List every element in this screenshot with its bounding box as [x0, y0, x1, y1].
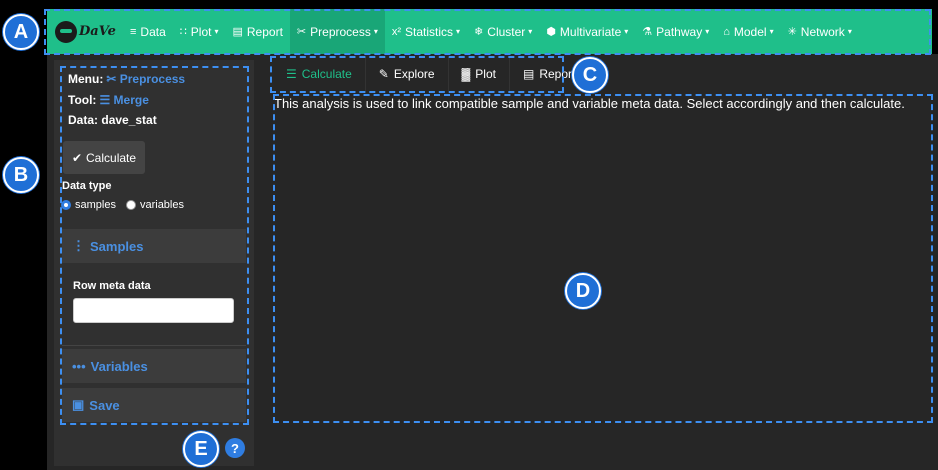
- nav-item-label: Report: [246, 24, 283, 39]
- row-meta-label: Row meta data: [73, 280, 151, 292]
- floppy-icon: ▣: [72, 397, 85, 412]
- nav-item-label: Model: [733, 24, 767, 39]
- nav-item-preprocess[interactable]: ✂ Preprocess ▾: [289, 9, 385, 54]
- file-icon: ▤: [522, 67, 535, 81]
- radio-samples[interactable]: samples: [61, 199, 116, 211]
- tool-label: Tool:: [68, 93, 97, 107]
- row-meta-input[interactable]: [73, 298, 234, 323]
- annotation-badge-d: D: [565, 273, 601, 309]
- menu-label: Menu:: [68, 72, 104, 86]
- tab-calculate[interactable]: ☰ Calculate: [273, 57, 366, 91]
- superscript-icon: x²: [391, 25, 402, 38]
- tool-value: ☰ Merge: [99, 93, 148, 107]
- caret-down-icon: ▾: [373, 27, 378, 36]
- nav-item-network[interactable]: ✳ Network ▾: [781, 9, 859, 54]
- nav-item-label: Cluster: [487, 24, 526, 39]
- horizontal-dots-icon: •••: [72, 358, 86, 374]
- help-icon[interactable]: ?: [225, 438, 245, 458]
- nav-item-label: Data: [140, 24, 166, 39]
- annotation-badge-b: B: [3, 157, 39, 193]
- brand-logo[interactable]: DaVe: [53, 9, 123, 54]
- nav-item-plot[interactable]: ∷ Plot ▾: [173, 9, 226, 54]
- save-panel-label: Save: [89, 397, 120, 413]
- database-icon: ≡: [130, 25, 137, 38]
- caret-down-icon: ▾: [528, 27, 533, 36]
- caret-down-icon: ▾: [214, 27, 219, 36]
- data-value: dave_stat: [101, 113, 157, 127]
- logo-text: DaVe: [79, 24, 116, 39]
- tab-label: Plot: [475, 67, 496, 81]
- tool-info: Tool: ☰ Merge: [68, 93, 149, 107]
- nav-item-label: Statistics: [405, 24, 454, 39]
- nav-item-label: Multivariate: [559, 24, 622, 39]
- nav-item-cluster[interactable]: ❄ Cluster ▾: [467, 9, 539, 54]
- annotation-badge-e: E: [183, 431, 219, 467]
- nav-item-pathway[interactable]: ⚗ Pathway ▾: [635, 9, 716, 54]
- nav-menu: ≡ Data ∷ Plot ▾ ▤ Report ✂ Preprocess ▾ x² Statisti…: [123, 9, 859, 54]
- bar-chart-icon: ▓: [461, 67, 471, 81]
- nav-item-label: Preprocess: [310, 24, 371, 39]
- nav-item-data[interactable]: ≡ Data: [123, 9, 173, 54]
- save-panel-header[interactable]: ▣ Save: [62, 388, 246, 422]
- nav-item-statistics[interactable]: x² Statistics ▾: [385, 9, 467, 54]
- calculate-button[interactable]: ✔ Calculate: [63, 141, 145, 174]
- radio-variables-dot[interactable]: [125, 200, 136, 210]
- menu-value: ✂ Preprocess: [106, 72, 185, 86]
- data-type-label: Data type: [62, 180, 112, 192]
- caret-down-icon: ▾: [624, 27, 629, 36]
- data-label: Data:: [68, 113, 99, 127]
- tab-label: Calculate: [301, 67, 352, 81]
- bank-icon: ⌂: [723, 25, 730, 38]
- tab-bar: ☰ Calculate ✎ Explore ▓ Plot ▤ Report: [273, 57, 590, 91]
- menu-value-text: Preprocess: [119, 72, 186, 86]
- analysis-description: This analysis is used to link compatible…: [274, 96, 905, 111]
- file-icon: ▤: [232, 26, 243, 38]
- snowflake-icon: ❄: [474, 26, 484, 38]
- radio-samples-dot[interactable]: [61, 200, 71, 210]
- sliders-icon: ☰: [286, 67, 297, 81]
- samples-panel-label: Samples: [90, 238, 144, 254]
- tab-plot[interactable]: ▓ Plot: [449, 57, 510, 91]
- logo-icon: [55, 20, 77, 43]
- cube-icon: ⬢: [546, 26, 556, 38]
- top-navbar: DaVe ≡ Data ∷ Plot ▾ ▤ Report ✂ Preprocess ▾ x² Sta…: [47, 9, 932, 54]
- tab-explore[interactable]: ✎ Explore: [366, 57, 449, 91]
- calculate-button-label: Calculate: [86, 150, 137, 165]
- nav-item-model[interactable]: ⌂ Model ▾: [716, 9, 780, 54]
- nav-item-label: Network: [800, 24, 845, 39]
- nav-item-report[interactable]: ▤ Report: [225, 9, 289, 54]
- list-icon: ☰: [99, 93, 111, 107]
- tool-value-text: Merge: [113, 93, 149, 107]
- data-info: Data: dave_stat: [68, 113, 157, 127]
- annotation-badge-a: A: [3, 14, 39, 50]
- caret-down-icon: ▾: [769, 27, 774, 36]
- annotation-badge-c: C: [572, 57, 608, 93]
- nav-item-label: Plot: [190, 24, 212, 39]
- check-icon: ✔: [71, 150, 83, 165]
- screenshot-stage: DaVe ≡ Data ∷ Plot ▾ ▤ Report ✂ Preprocess ▾ x² Sta…: [0, 0, 938, 470]
- grid-icon: ∷: [179, 26, 187, 38]
- caret-down-icon: ▾: [705, 27, 710, 36]
- scissors-icon: ✂: [106, 72, 117, 86]
- menu-info: Menu: ✂ Preprocess: [68, 72, 185, 86]
- tab-label: Explore: [393, 67, 435, 81]
- nav-item-label: Pathway: [656, 24, 703, 39]
- variables-panel-header[interactable]: ••• Variables: [62, 349, 246, 383]
- variables-panel-label: Variables: [90, 358, 148, 374]
- radio-variables-label: variables: [139, 199, 184, 211]
- caret-down-icon: ▾: [456, 27, 461, 36]
- vertical-dots-icon: ⋮: [72, 238, 85, 253]
- flask-icon: ⚗: [642, 26, 653, 38]
- caret-down-icon: ▾: [847, 27, 852, 36]
- edit-icon: ✎: [378, 67, 389, 81]
- radio-variables[interactable]: variables: [125, 199, 184, 211]
- scissors-icon: ✂: [296, 26, 307, 38]
- data-type-radio-group: samples variables: [61, 199, 184, 211]
- radio-samples-label: samples: [75, 199, 116, 211]
- tab-label: Report: [539, 67, 576, 81]
- samples-panel-header[interactable]: ⋮ Samples: [62, 229, 246, 263]
- nav-item-multivariate[interactable]: ⬢ Multivariate ▾: [539, 9, 635, 54]
- share-icon: ✳: [787, 26, 797, 38]
